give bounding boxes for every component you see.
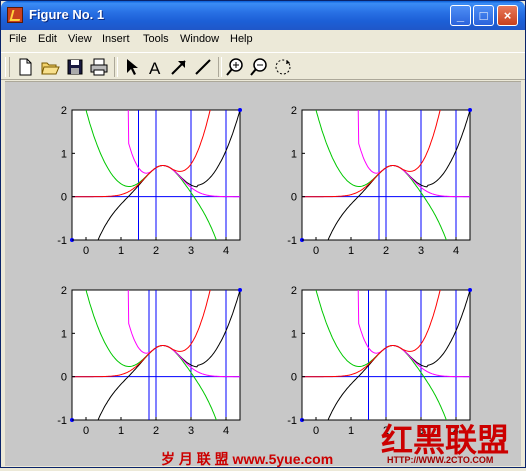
y-tick-label: 2	[291, 105, 297, 117]
x-tick-label: 1	[118, 245, 124, 257]
x-tick-label: 1	[348, 425, 354, 437]
toolbar-separator	[114, 57, 118, 77]
y-tick-label: -1	[57, 235, 67, 247]
insert-text-icon[interactable]: A	[145, 57, 165, 77]
y-tick-label: -1	[57, 415, 67, 427]
insert-line-icon[interactable]	[193, 57, 213, 77]
menu-view[interactable]: View	[68, 33, 92, 45]
open-file-icon[interactable]	[40, 57, 60, 77]
menu-tools[interactable]: Tools	[143, 33, 169, 45]
plots-area: 0 1 2 3 4210-10 1 2 3 4210-10 1 2 3 4210-10 1 2 3 4210-1	[57, 82, 472, 463]
x-tick-label: 0	[83, 245, 89, 257]
corner-marker	[468, 108, 472, 112]
menu-insert[interactable]: Insert	[102, 33, 130, 45]
x-tick-label: 3	[188, 245, 194, 257]
x-tick-label: 0	[313, 245, 319, 257]
menu-bar: File Edit View Insert Tools Window Help	[1, 30, 525, 50]
zoom-in-icon[interactable]	[225, 57, 245, 77]
x-tick-label: 4	[453, 245, 459, 257]
svg-text:A: A	[149, 59, 161, 77]
toolbar-separator	[218, 57, 222, 77]
figure-window: Figure No. 1 _ □ × File Edit View Insert…	[0, 0, 526, 468]
subplot-top-left[interactable]: 0 1 2 3 4 2 1 0 -1	[57, 82, 242, 283]
x-tick-label: 0	[313, 425, 319, 437]
y-tick-label: 0	[291, 372, 297, 384]
watermark-left: 岁 月 联 盟 www.5yue.com	[161, 451, 334, 467]
watermark-url: HTTP://WWW.2CTO.COM	[387, 455, 494, 465]
minimize-button[interactable]: _	[450, 5, 471, 26]
y-tick-label: 2	[61, 105, 67, 117]
toolbar: A	[1, 52, 525, 80]
figure-canvas: 0 1 2 3 4 2 1 0 -1 0 1 2 3 4 2 1 0 -1 0 1 2 3 4 2 1 0 -1 0 1 2 3 4 2 1 0 -1	[5, 81, 521, 466]
menu-edit[interactable]: Edit	[38, 33, 57, 45]
y-tick-label: 0	[61, 192, 67, 204]
y-tick-label: 0	[291, 192, 297, 204]
select-arrow-icon[interactable]	[121, 57, 141, 77]
x-tick-label: 2	[153, 245, 159, 257]
x-tick-label: 2	[383, 245, 389, 257]
corner-marker	[238, 288, 242, 292]
x-tick-label: 0	[83, 425, 89, 437]
save-icon[interactable]	[65, 57, 85, 77]
subplot-bottom-left[interactable]: 0 1 2 3 4 2 1 0 -1	[57, 203, 242, 463]
x-tick-label: 4	[223, 425, 229, 437]
close-button[interactable]: ×	[497, 5, 518, 26]
y-tick-label: 2	[291, 285, 297, 297]
menu-help[interactable]: Help	[230, 33, 253, 45]
menu-window[interactable]: Window	[180, 33, 219, 45]
rotate-3d-icon[interactable]	[273, 57, 293, 77]
x-tick-label: 2	[153, 425, 159, 437]
toolbar-grip[interactable]	[5, 57, 10, 77]
x-tick-label: 4	[223, 245, 229, 257]
subplot-top-right[interactable]: 0 1 2 3 4 2 1 0 -1	[287, 82, 472, 283]
maximize-button[interactable]: □	[473, 5, 494, 26]
menu-file[interactable]: File	[9, 33, 27, 45]
window-title: Figure No. 1	[29, 7, 105, 22]
y-tick-label: 1	[61, 148, 67, 160]
print-icon[interactable]	[89, 57, 109, 77]
y-tick-label: -1	[287, 415, 297, 427]
y-tick-label: 0	[61, 372, 67, 384]
x-tick-label: 3	[418, 245, 424, 257]
y-tick-label: 1	[61, 328, 67, 340]
corner-marker	[238, 108, 242, 112]
zoom-out-icon[interactable]	[249, 57, 269, 77]
x-tick-label: 1	[348, 245, 354, 257]
x-tick-label: 1	[118, 425, 124, 437]
new-figure-icon[interactable]	[15, 57, 35, 77]
y-tick-label: 1	[291, 328, 297, 340]
y-tick-label: -1	[287, 235, 297, 247]
x-tick-label: 3	[188, 425, 194, 437]
insert-arrow-icon[interactable]	[169, 57, 189, 77]
matlab-icon	[7, 7, 23, 23]
corner-marker	[468, 288, 472, 292]
title-bar[interactable]: Figure No. 1 _ □ ×	[1, 1, 525, 30]
y-tick-label: 2	[61, 285, 67, 297]
y-tick-label: 1	[291, 148, 297, 160]
